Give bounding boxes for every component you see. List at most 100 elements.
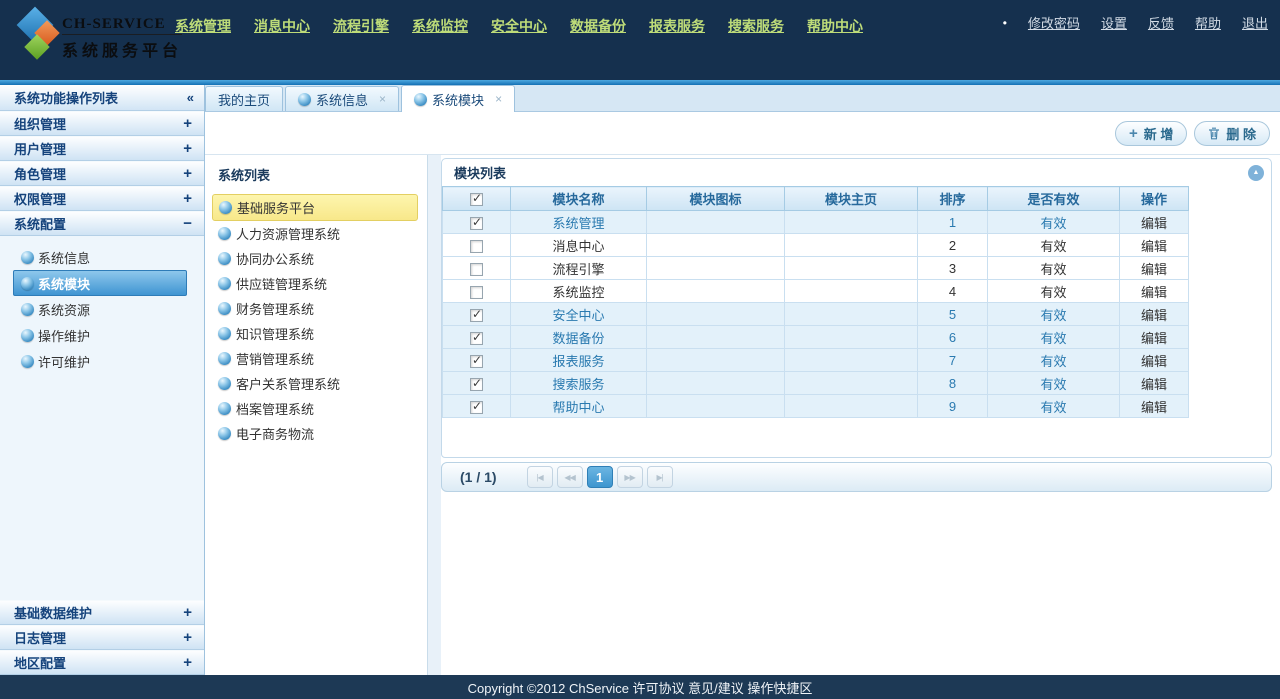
close-icon[interactable]: ×: [495, 92, 502, 106]
system-item-knowledge[interactable]: 知识管理系统: [205, 321, 427, 346]
row-checkbox[interactable]: [470, 240, 483, 253]
sidebar-item-license-maintain[interactable]: 许可维护: [0, 348, 204, 374]
row-checkbox[interactable]: [470, 332, 483, 345]
tab-my-home[interactable]: 我的主页: [205, 86, 283, 111]
edit-link[interactable]: 编辑: [1120, 280, 1189, 303]
change-password-link[interactable]: 修改密码: [1028, 13, 1080, 32]
edit-link[interactable]: 编辑: [1120, 395, 1189, 418]
pager-last-button[interactable]: ▶|: [647, 466, 673, 488]
row-checkbox[interactable]: [470, 286, 483, 299]
settings-link[interactable]: 设置: [1101, 13, 1127, 32]
table-row: 安全中心 5 有效 编辑: [443, 303, 1189, 326]
logout-link[interactable]: 退出: [1242, 13, 1268, 32]
pager-next-button[interactable]: ▶▶: [617, 466, 643, 488]
module-name-link[interactable]: 报表服务: [511, 349, 647, 372]
sidebar-group-user[interactable]: 用户管理 +: [0, 136, 204, 161]
valid-link[interactable]: 有效: [988, 280, 1120, 303]
sidebar-group-region[interactable]: 地区配置 +: [0, 650, 204, 675]
valid-link[interactable]: 有效: [988, 395, 1120, 418]
row-checkbox[interactable]: [470, 378, 483, 391]
module-area: 模块列表 ▲ 模块名称 模块图标 模块主页: [441, 155, 1280, 675]
edit-link[interactable]: 编辑: [1120, 349, 1189, 372]
module-name-link[interactable]: 系统管理: [511, 211, 647, 234]
module-name-link[interactable]: 搜索服务: [511, 372, 647, 395]
tab-system-module[interactable]: 系统模块 ×: [401, 85, 515, 112]
feedback-link[interactable]: 反馈: [1148, 13, 1174, 32]
add-button[interactable]: + 新 增: [1115, 121, 1187, 146]
valid-link[interactable]: 有效: [988, 349, 1120, 372]
sidebar-item-operation-maintain[interactable]: 操作维护: [0, 322, 204, 348]
system-item-marketing[interactable]: 营销管理系统: [205, 346, 427, 371]
valid-link[interactable]: 有效: [988, 234, 1120, 257]
valid-link[interactable]: 有效: [988, 326, 1120, 349]
plus-icon: +: [183, 190, 192, 207]
row-checkbox[interactable]: [470, 401, 483, 414]
system-item-ecommerce[interactable]: 电子商务物流: [205, 421, 427, 446]
pager-first-button[interactable]: |◀: [527, 466, 553, 488]
order-cell: 6: [918, 326, 988, 349]
module-name-link[interactable]: 数据备份: [511, 326, 647, 349]
delete-button[interactable]: 删 除: [1194, 121, 1270, 146]
edit-link[interactable]: 编辑: [1120, 257, 1189, 280]
pager-page-1-button[interactable]: 1: [587, 466, 613, 488]
nav-system-admin[interactable]: 系统管理: [175, 16, 231, 36]
sidebar-item-system-module[interactable]: 系统模块: [13, 270, 187, 296]
sidebar-item-system-info[interactable]: 系统信息: [0, 244, 204, 270]
edit-link[interactable]: 编辑: [1120, 372, 1189, 395]
system-item-finance[interactable]: 财务管理系统: [205, 296, 427, 321]
edit-link[interactable]: 编辑: [1120, 326, 1189, 349]
tab-system-info[interactable]: 系统信息 ×: [285, 86, 399, 111]
close-icon[interactable]: ×: [379, 92, 386, 106]
module-icon-cell: [647, 326, 785, 349]
sidebar-item-system-resource[interactable]: 系统资源: [0, 296, 204, 322]
nav-search-service[interactable]: 搜索服务: [728, 16, 784, 36]
sidebar-group-org[interactable]: 组织管理 +: [0, 111, 204, 136]
system-item-oa[interactable]: 协同办公系统: [205, 246, 427, 271]
menu-item-label: 系统资源: [38, 300, 90, 319]
valid-link[interactable]: 有效: [988, 372, 1120, 395]
sidebar-group-permission[interactable]: 权限管理 +: [0, 186, 204, 211]
copyright-text: Copyright ©2012 ChService 许可协议 意见/建议 操作快…: [468, 678, 813, 697]
system-item-scm[interactable]: 供应链管理系统: [205, 271, 427, 296]
valid-link[interactable]: 有效: [988, 303, 1120, 326]
nav-system-monitor[interactable]: 系统监控: [412, 16, 468, 36]
nav-data-backup[interactable]: 数据备份: [570, 16, 626, 36]
sphere-icon: [218, 302, 231, 315]
edit-link[interactable]: 编辑: [1120, 234, 1189, 257]
edit-link[interactable]: 编辑: [1120, 303, 1189, 326]
order-cell: 1: [918, 211, 988, 234]
sidebar-group-basedata[interactable]: 基础数据维护 +: [0, 600, 204, 625]
nav-workflow-engine[interactable]: 流程引擎: [333, 16, 389, 36]
system-item-archive[interactable]: 档案管理系统: [205, 396, 427, 421]
panel-collapse-button[interactable]: ▲: [1248, 165, 1264, 181]
system-item-crm[interactable]: 客户关系管理系统: [205, 371, 427, 396]
sidebar-collapse-icon[interactable]: «: [187, 90, 194, 105]
edit-link[interactable]: 编辑: [1120, 211, 1189, 234]
sidebar-group-log[interactable]: 日志管理 +: [0, 625, 204, 650]
help-link[interactable]: 帮助: [1195, 13, 1221, 32]
system-item-base-platform[interactable]: 基础服务平台: [212, 194, 418, 221]
module-name-link[interactable]: 安全中心: [511, 303, 647, 326]
nav-report-service[interactable]: 报表服务: [649, 16, 705, 36]
sidebar-group-sysconfig[interactable]: 系统配置 −: [0, 211, 204, 236]
table-header-row: 模块名称 模块图标 模块主页 排序 是否有效 操作: [443, 187, 1189, 211]
module-name-link[interactable]: 帮助中心: [511, 395, 647, 418]
row-checkbox[interactable]: [470, 217, 483, 230]
pager-prev-button[interactable]: ◀◀: [557, 466, 583, 488]
module-name-link[interactable]: 流程引擎: [511, 257, 647, 280]
row-checkbox[interactable]: [470, 309, 483, 322]
nav-security-center[interactable]: 安全中心: [491, 16, 547, 36]
valid-link[interactable]: 有效: [988, 211, 1120, 234]
order-cell: 9: [918, 395, 988, 418]
row-checkbox[interactable]: [470, 263, 483, 276]
sidebar-group-role[interactable]: 角色管理 +: [0, 161, 204, 186]
nav-message-center[interactable]: 消息中心: [254, 16, 310, 36]
module-name-link[interactable]: 系统监控: [511, 280, 647, 303]
system-item-hr[interactable]: 人力资源管理系统: [205, 221, 427, 246]
valid-link[interactable]: 有效: [988, 257, 1120, 280]
select-all-checkbox[interactable]: [470, 193, 483, 206]
nav-help-center[interactable]: 帮助中心: [807, 16, 863, 36]
module-name-link[interactable]: 消息中心: [511, 234, 647, 257]
module-home-cell: [785, 349, 918, 372]
row-checkbox[interactable]: [470, 355, 483, 368]
